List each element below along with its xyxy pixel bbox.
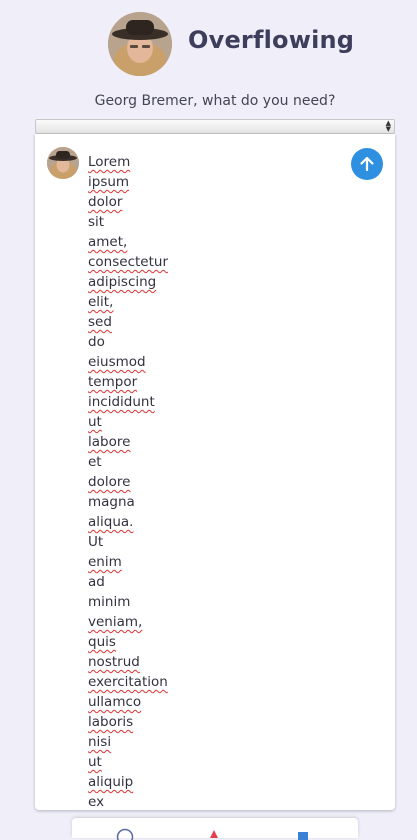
message-word: consectetur — [88, 252, 168, 272]
message-word: nisi — [88, 732, 168, 752]
message-word: minim — [88, 592, 168, 612]
prompt-text: Georg Bremer, what do you need? — [0, 93, 417, 109]
message-avatar — [47, 147, 79, 179]
message-word: veniam, — [88, 612, 168, 632]
send-button[interactable] — [351, 148, 383, 180]
message-word: aliquip — [88, 772, 168, 792]
message-word: sit — [88, 212, 168, 232]
message-word: aliqua. — [88, 512, 168, 532]
message-word: ullamco — [88, 692, 168, 712]
user-photo-avatar-icon — [47, 147, 79, 179]
header: Overflowing — [0, 0, 417, 90]
message-word: labore — [88, 432, 168, 452]
message-word: ex — [88, 792, 168, 810]
message-word: ut — [88, 752, 168, 772]
message-word: dolore — [88, 472, 168, 492]
flame-icon[interactable] — [207, 828, 221, 840]
message-word: enim — [88, 552, 168, 572]
arrow-up-icon — [358, 155, 376, 173]
message-word: magna — [88, 492, 168, 512]
bottom-nav — [72, 818, 358, 838]
message-word: sed — [88, 312, 168, 332]
message-word: eiusmod — [88, 352, 168, 372]
user-photo-avatar-icon — [108, 12, 172, 76]
message-word: laboris — [88, 712, 168, 732]
message-word: dolor — [88, 192, 168, 212]
app-title: Overflowing — [188, 26, 354, 54]
message-word: nostrud — [88, 652, 168, 672]
mode-select[interactable]: ▲▼ — [35, 119, 395, 134]
message-word: et — [88, 452, 168, 472]
message-word: ut — [88, 412, 168, 432]
message-word: elit, — [88, 292, 168, 312]
message-word: ipsum — [88, 172, 168, 192]
message-word: incididunt — [88, 392, 168, 412]
message-word: Lorem — [88, 152, 168, 172]
message-word: Ut — [88, 532, 168, 552]
message-word: ad — [88, 572, 168, 592]
message-card: Loremipsumdolorsitamet,consecteturadipis… — [35, 134, 395, 810]
select-arrows-icon: ▲▼ — [386, 120, 391, 132]
document-icon[interactable] — [296, 828, 310, 840]
user-avatar — [108, 12, 172, 76]
message-word: quis — [88, 632, 168, 652]
help-circle-icon[interactable] — [116, 828, 134, 840]
message-word: adipiscing — [88, 272, 168, 292]
message-word: do — [88, 332, 168, 352]
message-input[interactable]: Loremipsumdolorsitamet,consecteturadipis… — [88, 152, 168, 810]
message-word: exercitation — [88, 672, 168, 692]
message-word: amet, — [88, 232, 168, 252]
message-word: tempor — [88, 372, 168, 392]
